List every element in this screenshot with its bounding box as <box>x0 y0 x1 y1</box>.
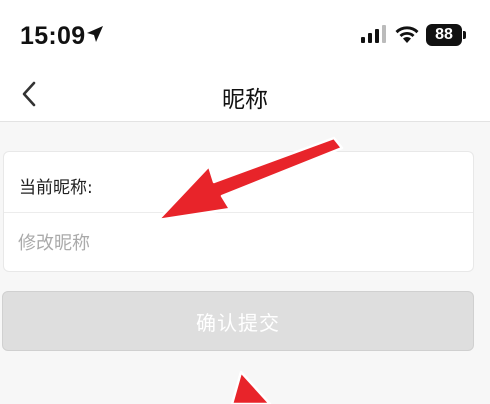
battery-level: 88 <box>435 26 453 43</box>
current-nickname-label: 当前昵称: <box>19 178 93 198</box>
nickname-form-card: 当前昵称: <box>3 151 474 272</box>
nav-bar: 昵称 <box>0 70 490 122</box>
divider <box>4 212 473 213</box>
battery-cap <box>463 31 466 39</box>
annotation-arrow-submit <box>230 370 272 404</box>
location-arrow-icon <box>87 26 103 42</box>
submit-button[interactable]: 确认提交 <box>2 291 474 351</box>
cellular-signal-icon <box>361 25 386 43</box>
nickname-input[interactable] <box>18 222 458 264</box>
wifi-icon <box>395 26 419 43</box>
status-bar: 15:09 88 <box>0 0 490 70</box>
status-time: 15:09 <box>20 22 86 50</box>
page-title: 昵称 <box>222 87 268 113</box>
battery-icon: 88 <box>426 24 462 46</box>
